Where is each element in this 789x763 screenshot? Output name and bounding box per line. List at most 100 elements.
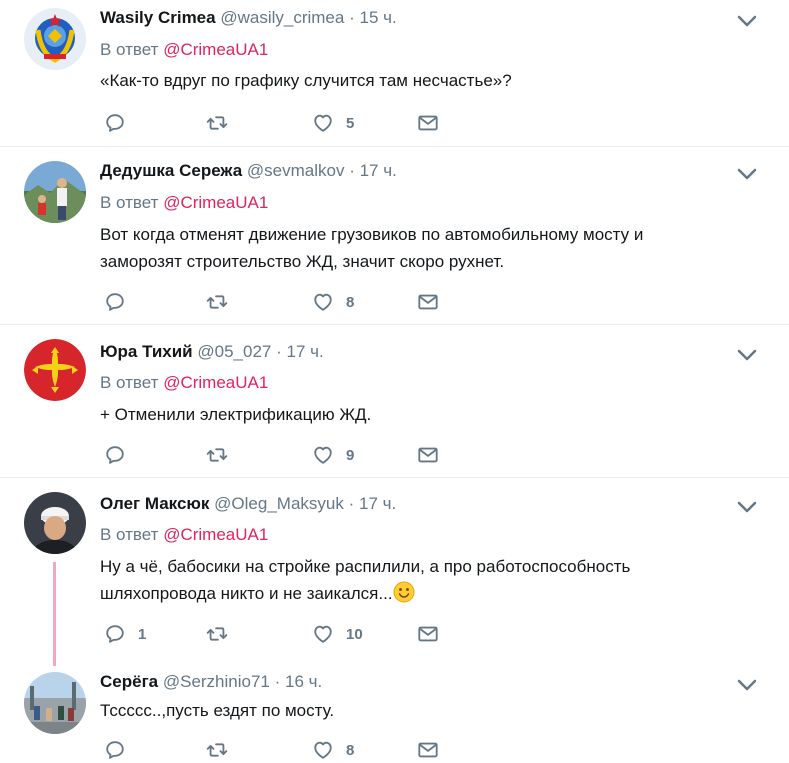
user-handle[interactable]: @Oleg_Maksyuk [214,494,344,513]
chevron-down-icon[interactable] [737,500,757,514]
reply-context: В ответ @CrimeaUA1 [100,525,268,545]
chevron-down-icon[interactable] [737,14,757,28]
direct-message-button[interactable] [417,289,439,315]
avatar[interactable] [24,672,86,734]
retweet-button[interactable] [206,289,240,315]
slightly-smiling-face-icon [393,581,415,603]
reply-prefix: В ответ [100,525,159,544]
ussr-emblem-icon [24,8,86,70]
cross-emblem-icon [24,339,86,401]
tweet-oleg-maksyuk[interactable]: Олег Максюк @Oleg_Maksyuk · 17 ч. В отве… [0,478,789,666]
timestamp[interactable]: 17 ч. [360,161,397,180]
reply-icon [104,444,126,466]
tweet-text: Вот когда отменят движение грузовиков по… [100,221,740,275]
tweet-actions: 8 [100,737,460,763]
direct-message-button[interactable] [417,110,439,136]
like-icon [312,444,334,466]
separator-dot: · [349,8,355,27]
reply-mention[interactable]: @CrimeaUA1 [163,373,268,392]
reply-mention[interactable]: @CrimeaUA1 [163,193,268,212]
direct-message-icon [417,739,439,761]
retweet-icon [206,112,228,134]
reply-context: В ответ @CrimeaUA1 [100,40,268,60]
retweet-icon [206,623,228,645]
like-icon [312,291,334,313]
direct-message-icon [417,291,439,313]
tweet-sevmalkov[interactable]: Дедушка Сережа @sevmalkov · 17 ч. В отве… [0,147,789,325]
chevron-down-icon[interactable] [737,348,757,362]
reply-icon [104,739,126,761]
chevron-down-icon[interactable] [737,678,757,692]
tweet-serzhinio71[interactable]: Серёга @Serzhinio71 · 16 ч. Тссссс..,пус… [0,660,789,763]
direct-message-button[interactable] [417,442,439,468]
like-count: 8 [346,741,355,759]
retweet-button[interactable] [206,110,240,136]
reply-icon [104,112,126,134]
avatar[interactable] [24,339,86,401]
timestamp[interactable]: 16 ч. [285,672,322,691]
like-button[interactable]: 8 [312,737,354,763]
reply-button[interactable]: 1 [104,621,146,647]
tweet-text: + Отменили электрификацию ЖД. [100,405,372,424]
reply-button[interactable] [104,110,138,136]
retweet-button[interactable] [206,737,240,763]
user-handle[interactable]: @Serzhinio71 [163,672,270,691]
reply-button[interactable] [104,442,138,468]
reply-icon [104,291,126,313]
direct-message-icon [417,623,439,645]
reply-prefix: В ответ [100,40,159,59]
direct-message-button[interactable] [417,621,439,647]
tweet-actions: 9 [100,442,460,468]
tweet-text: «Как-то вдруг по графику случится там не… [100,71,512,90]
avatar[interactable] [24,161,86,223]
tweet-actions: 8 [100,289,460,315]
display-name[interactable]: Серёга [100,672,158,691]
direct-message-icon [417,112,439,134]
reply-button[interactable] [104,737,138,763]
retweet-button[interactable] [206,442,240,468]
tweet-text-line: шляхопровода никто и не заикался... [100,580,740,607]
display-name[interactable]: Юра Тихий [100,342,193,361]
retweet-button[interactable] [206,621,240,647]
avatar[interactable] [24,8,86,70]
timestamp[interactable]: 17 ч. [359,494,396,513]
user-handle[interactable]: @wasily_crimea [220,8,344,27]
tweet-header: Серёга @Serzhinio71 · 16 ч. [100,672,322,692]
retweet-icon [206,291,228,313]
like-button[interactable]: 8 [312,289,354,315]
tweet-header: Wasily Crimea @wasily_crimea · 15 ч. [100,8,397,28]
like-icon [312,112,334,134]
user-handle[interactable]: @05_027 [197,342,271,361]
like-count: 5 [346,114,355,132]
tweet-text-line: Ну а чё, бабосики на стройке распилили, … [100,557,631,576]
like-button[interactable]: 10 [312,621,363,647]
separator-dot: · [349,161,355,180]
tweet-05-027[interactable]: Юра Тихий @05_027 · 17 ч. В ответ @Crime… [0,325,789,478]
reply-mention[interactable]: @CrimeaUA1 [163,40,268,59]
display-name[interactable]: Олег Максюк [100,494,209,513]
retweet-icon [206,739,228,761]
tweet-text-line: заморозят строительство ЖД, значит скоро… [100,252,505,271]
separator-dot: · [348,494,355,513]
direct-message-button[interactable] [417,737,439,763]
like-button[interactable]: 9 [312,442,354,468]
avatar[interactable] [24,492,86,554]
reply-count: 1 [138,625,147,643]
tweet-text: Тссссс..,пусть ездят по мосту. [100,701,335,720]
chevron-down-icon[interactable] [737,167,757,181]
user-photo-icon [24,672,86,734]
tweet-text-line: Вот когда отменят движение грузовиков по… [100,225,644,244]
like-button[interactable]: 5 [312,110,354,136]
tweet-wasily-crimea[interactable]: Wasily Crimea @wasily_crimea · 15 ч. В о… [0,0,789,147]
display-name[interactable]: Wasily Crimea [100,8,216,27]
reply-mention[interactable]: @CrimeaUA1 [163,525,268,544]
user-photo-icon [24,492,86,554]
reply-button[interactable] [104,289,138,315]
display-name[interactable]: Дедушка Сережа [100,161,242,180]
thread-connector [53,562,56,666]
timestamp[interactable]: 17 ч. [287,342,324,361]
reply-context: В ответ @CrimeaUA1 [100,193,268,213]
user-handle[interactable]: @sevmalkov [247,161,345,180]
timestamp[interactable]: 15 ч. [359,8,396,27]
reply-context: В ответ @CrimeaUA1 [100,373,268,393]
